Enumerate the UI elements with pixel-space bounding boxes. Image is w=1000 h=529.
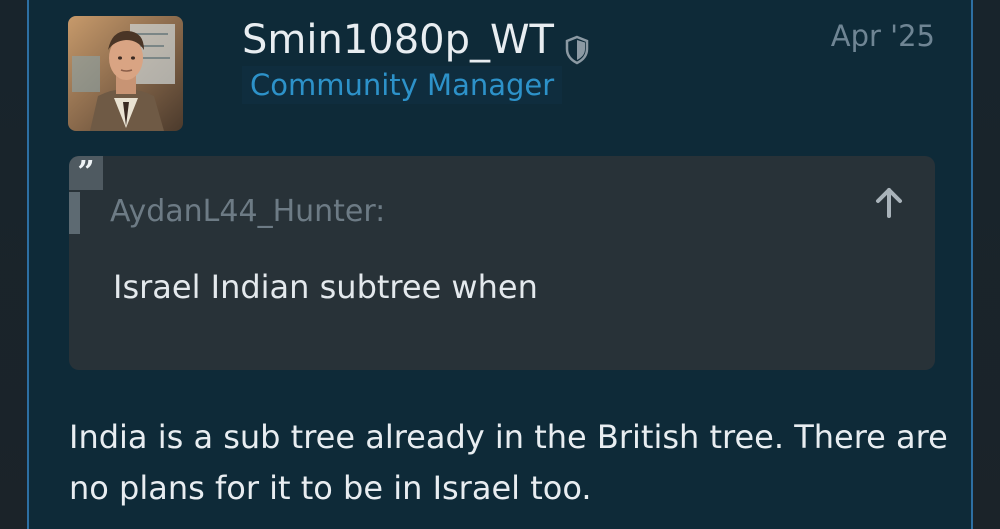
arrow-up-icon[interactable] — [872, 186, 906, 220]
avatar[interactable] — [68, 16, 183, 131]
quote-accent-bar — [69, 192, 80, 234]
user-title: Community Manager — [242, 66, 563, 104]
quote-text: Israel Indian subtree when — [113, 268, 538, 306]
post-body: India is a sub tree already in the Briti… — [69, 418, 948, 507]
username[interactable]: Smin1080p_WT — [242, 16, 554, 64]
quote-block: ” AydanL44_Hunter: Israel Indian subtree… — [69, 156, 935, 370]
post-author[interactable]: Smin1080p_WT — [242, 16, 590, 65]
shield-icon — [564, 28, 590, 65]
post-date[interactable]: Apr '25 — [831, 17, 935, 55]
avatar-portrait — [68, 16, 183, 131]
page: Smin1080p_WT Community Manager Apr '25 ”… — [0, 0, 1000, 529]
forum-post: Smin1080p_WT Community Manager Apr '25 ”… — [27, 0, 973, 529]
quote-author[interactable]: AydanL44_Hunter: — [110, 192, 385, 232]
quote-icon: ” — [69, 156, 103, 190]
